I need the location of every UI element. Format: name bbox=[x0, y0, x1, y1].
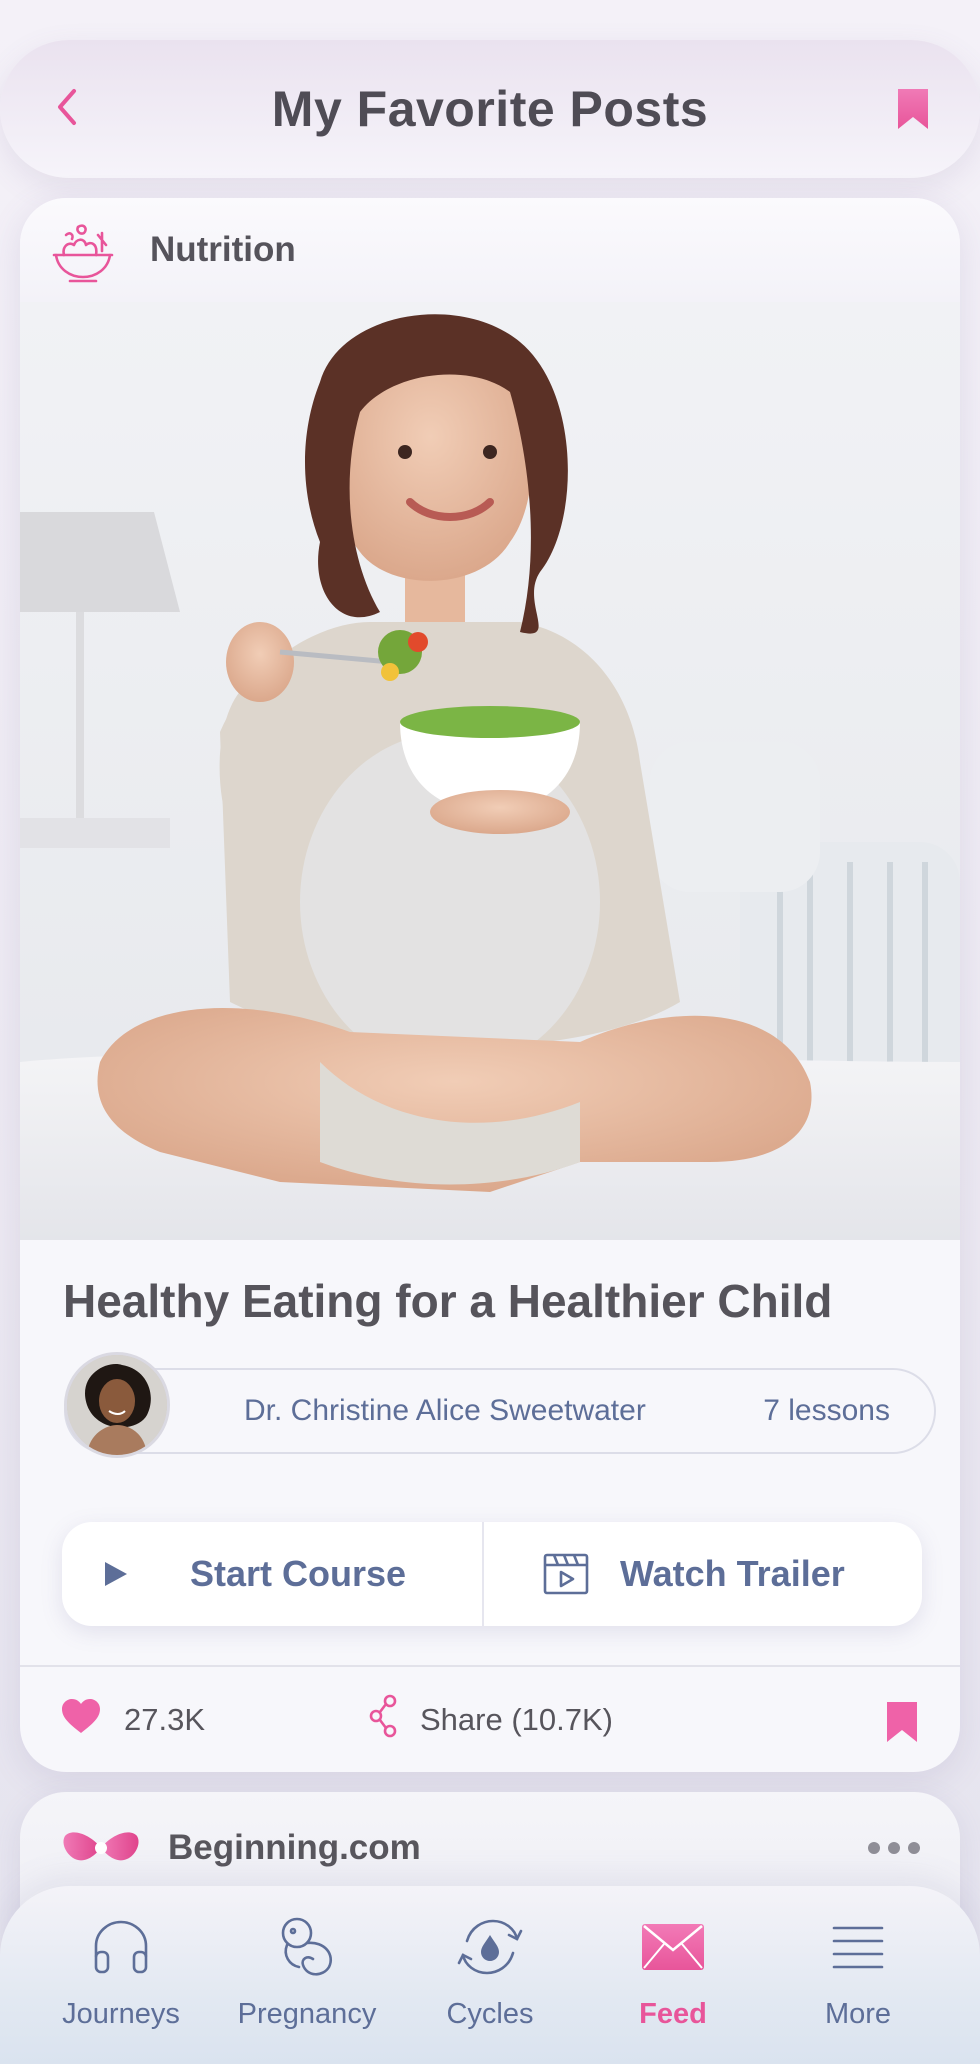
tab-label: Journeys bbox=[62, 1998, 180, 2030]
like-button[interactable]: 27.3K bbox=[60, 1697, 205, 1743]
header-bookmark-button[interactable] bbox=[886, 84, 940, 138]
tab-label: Pregnancy bbox=[237, 1998, 377, 2030]
likes-count: 27.3K bbox=[124, 1701, 206, 1737]
heart-icon bbox=[60, 1697, 102, 1743]
bow-logo-icon bbox=[60, 1826, 142, 1875]
author-pill[interactable]: Dr. Christine Alice Sweetwater 7 lessons bbox=[64, 1352, 936, 1458]
author-avatar bbox=[64, 1352, 170, 1458]
bottom-tab-bar: Journeys Pregnancy Cycles Feed More bbox=[0, 1886, 980, 2064]
menu-lines-icon bbox=[831, 1912, 885, 1982]
dot-icon bbox=[868, 1842, 880, 1854]
top-header: My Favorite Posts bbox=[0, 40, 980, 178]
share-label: Share (10.7K) bbox=[420, 1701, 613, 1737]
author-name: Dr. Christine Alice Sweetwater bbox=[244, 1394, 646, 1427]
tab-more[interactable]: More bbox=[778, 1912, 938, 2042]
next-post-source: Beginning.com bbox=[168, 1828, 421, 1867]
cycle-droplet-icon bbox=[457, 1912, 523, 1982]
page-title: My Favorite Posts bbox=[271, 81, 709, 137]
share-button[interactable]: Share (10.7K) bbox=[368, 1694, 613, 1746]
start-course-label: Start Course bbox=[190, 1553, 407, 1594]
tab-label: More bbox=[824, 1998, 892, 2030]
tab-label: Feed bbox=[639, 1998, 707, 2030]
tab-pregnancy[interactable]: Pregnancy bbox=[227, 1912, 387, 2042]
post-card[interactable]: Nutrition Healthy Eating for a Healthier… bbox=[20, 198, 960, 1772]
video-clapper-icon bbox=[542, 1552, 590, 1596]
post-card-header: Nutrition bbox=[20, 198, 960, 302]
dot-icon bbox=[888, 1842, 900, 1854]
tab-cycles[interactable]: Cycles bbox=[410, 1912, 570, 2042]
lessons-count: 7 lessons bbox=[763, 1394, 890, 1427]
headphones-icon bbox=[90, 1912, 152, 1982]
tab-label: Cycles bbox=[446, 1998, 534, 2030]
post-footer: 27.3K Share (10.7K) bbox=[20, 1667, 960, 1772]
start-course-button[interactable]: Start Course bbox=[62, 1522, 482, 1626]
play-icon bbox=[102, 1559, 130, 1589]
dot-icon bbox=[908, 1842, 920, 1854]
category-label: Nutrition bbox=[150, 230, 296, 269]
chevron-left-icon bbox=[52, 87, 82, 132]
bookmark-icon bbox=[895, 86, 931, 137]
watch-trailer-label: Watch Trailer bbox=[620, 1553, 845, 1594]
more-options-button[interactable] bbox=[868, 1842, 920, 1854]
course-actions: Start Course Watch Trailer bbox=[62, 1522, 922, 1626]
post-title: Healthy Eating for a Healthier Child bbox=[63, 1275, 833, 1327]
tab-journeys[interactable]: Journeys bbox=[41, 1912, 201, 2042]
envelope-icon bbox=[640, 1912, 706, 1982]
pregnant-woman-eating-salad-image bbox=[20, 302, 960, 1240]
fetus-icon bbox=[273, 1912, 341, 1982]
bookmark-icon bbox=[884, 1702, 920, 1752]
tab-feed[interactable]: Feed bbox=[593, 1912, 753, 2042]
salad-bowl-icon bbox=[50, 215, 116, 285]
back-button[interactable] bbox=[40, 82, 94, 136]
post-bookmark-button[interactable] bbox=[884, 1699, 920, 1753]
post-photo bbox=[20, 302, 960, 1240]
share-icon bbox=[368, 1694, 400, 1746]
watch-trailer-button[interactable]: Watch Trailer bbox=[482, 1522, 922, 1626]
